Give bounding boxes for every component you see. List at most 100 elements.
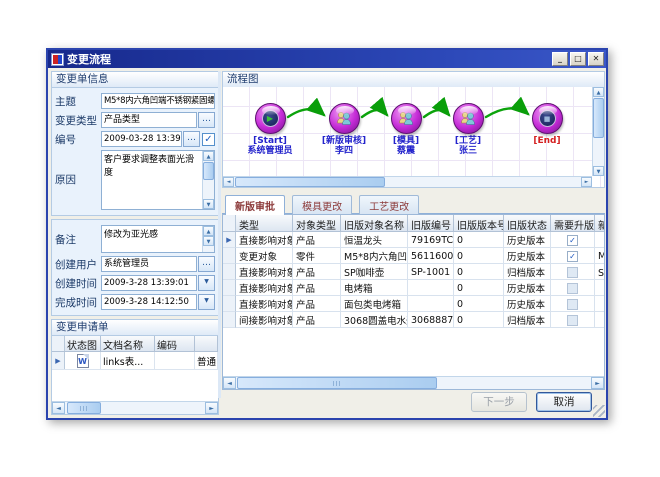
table-row[interactable]: 间接影响对象 产品 3068圆盖电水壶 3068887 0 归档版本 bbox=[223, 312, 604, 328]
remark-scrollbar[interactable]: ▲ ▼ bbox=[202, 226, 214, 252]
flow-node-craft[interactable]: [工艺]张三 bbox=[431, 103, 505, 156]
upgrade-checkbox[interactable]: ✓ bbox=[567, 235, 578, 246]
table-row[interactable]: ▶ 直接影响对象 产品 恒温龙头 79169TC 0 历史版本 ✓ bbox=[223, 232, 604, 248]
request-list-hscrollbar[interactable]: ◄ ► bbox=[52, 401, 218, 414]
next-button[interactable]: 下一步 bbox=[471, 392, 527, 412]
upgrade-checkbox[interactable] bbox=[567, 283, 578, 294]
panel-splitter[interactable] bbox=[218, 71, 221, 398]
creator-ellipsis-button[interactable]: … bbox=[198, 256, 215, 272]
create-time-dropdown-icon[interactable]: ▼ bbox=[198, 275, 215, 291]
table-row[interactable]: 变更对象 零件 M5*8内六角凹... 5611600 0 历史版本 ✓ M5*… bbox=[223, 248, 604, 264]
col-old-name[interactable]: 旧版对象名称 bbox=[341, 215, 408, 231]
col-need-upgrade[interactable]: 需要升版 bbox=[551, 215, 595, 231]
cell-old-ver: 0 bbox=[454, 280, 504, 296]
flow-chart[interactable]: ▶ [Start]系统管理员 [新版审核]李四 bbox=[222, 87, 605, 188]
maximize-icon[interactable]: □ bbox=[570, 52, 586, 66]
tab-craft-change[interactable]: 工艺更改 bbox=[359, 195, 419, 214]
node-label: [工艺] bbox=[455, 136, 481, 146]
number-ellipsis-button[interactable]: … bbox=[183, 131, 200, 147]
table-hscrollbar[interactable]: ◄ ► bbox=[223, 376, 604, 389]
scroll-right-icon[interactable]: ► bbox=[591, 377, 604, 389]
col-old-ver[interactable]: 旧版版本号 bbox=[454, 215, 504, 231]
finish-time-dropdown-icon[interactable]: ▼ bbox=[198, 294, 215, 310]
cancel-button[interactable]: 取消 bbox=[536, 392, 592, 412]
scroll-thumb[interactable] bbox=[203, 162, 214, 180]
cell-old-status: 历史版本 bbox=[504, 296, 551, 312]
node-user: 系统管理员 bbox=[247, 146, 292, 156]
change-type-ellipsis-button[interactable]: … bbox=[198, 112, 215, 128]
cell-old-name: M5*8内六角凹... bbox=[341, 248, 408, 264]
col-obj-type[interactable]: 对象类型 bbox=[293, 215, 341, 231]
minimize-icon[interactable]: _ bbox=[552, 52, 568, 66]
col-code[interactable]: 编码 bbox=[155, 336, 195, 351]
flow-hscrollbar[interactable]: ◄ ► bbox=[223, 176, 592, 187]
remark-textarea[interactable]: 修改为亚光感 ▲ ▼ bbox=[101, 225, 215, 253]
reason-textarea[interactable]: 客户要求调整表面光滑度 ▲ ▼ bbox=[101, 150, 215, 210]
scroll-thumb[interactable] bbox=[235, 177, 385, 187]
group-title-flow: 流程图 bbox=[222, 71, 605, 87]
request-list-header: 状态图 文档名称 编码 bbox=[52, 336, 218, 352]
table-row[interactable]: 直接影响对象 产品 面包类电烤箱 0 历史版本 bbox=[223, 296, 604, 312]
titlebar[interactable]: 变更流程 _ □ ✕ bbox=[48, 50, 606, 68]
change-type-input[interactable]: 产品类型 bbox=[101, 112, 197, 128]
desktop: 变更流程 _ □ ✕ 变更单信息 主题 M5*8内六角凹端不锈钢紧固螺钉 变更类… bbox=[0, 0, 660, 477]
cell-new-name bbox=[595, 280, 604, 296]
node-user: 张三 bbox=[459, 146, 477, 156]
table-row[interactable]: 直接影响对象 产品 SP咖啡壶 SP-1001 0 归档版本 SP咖 bbox=[223, 264, 604, 280]
upgrade-checkbox[interactable]: ✓ bbox=[567, 251, 578, 262]
change-info-fields: 主题 M5*8内六角凹端不锈钢紧固螺钉 变更类型 产品类型 … 编号 2009-… bbox=[51, 87, 219, 216]
scroll-thumb[interactable] bbox=[237, 377, 437, 389]
change-objects-table: 类型 对象类型 旧版对象名称 旧版编号 旧版版本号 旧版状态 需要升版 新版 ▶… bbox=[222, 214, 605, 390]
scroll-left-icon[interactable]: ◄ bbox=[223, 177, 234, 187]
node-user: 李四 bbox=[335, 146, 353, 156]
number-checkbox[interactable]: ✓ bbox=[202, 133, 215, 146]
scroll-right-icon[interactable]: ► bbox=[205, 402, 218, 414]
row-indicator bbox=[223, 248, 236, 264]
scroll-up-icon[interactable]: ▲ bbox=[593, 87, 604, 97]
cell-old-no bbox=[408, 296, 454, 312]
tab-new-version-approval[interactable]: 新版审批 bbox=[225, 195, 285, 215]
scroll-down-icon[interactable]: ▼ bbox=[593, 166, 604, 176]
flow-vscrollbar[interactable]: ▲ ▼ bbox=[592, 87, 604, 176]
table-row[interactable]: 直接影响对象 产品 电烤箱 0 历史版本 bbox=[223, 280, 604, 296]
change-info-panel: 变更单信息 主题 M5*8内六角凹端不锈钢紧固螺钉 变更类型 产品类型 … 编号… bbox=[51, 71, 219, 398]
scroll-thumb[interactable] bbox=[593, 98, 604, 138]
col-old-status[interactable]: 旧版状态 bbox=[504, 215, 551, 231]
col-status-image[interactable]: 状态图 bbox=[65, 336, 101, 351]
close-icon[interactable]: ✕ bbox=[588, 52, 604, 66]
scroll-down-icon[interactable]: ▼ bbox=[203, 199, 214, 209]
resize-grip[interactable] bbox=[593, 405, 605, 417]
upgrade-checkbox[interactable] bbox=[567, 299, 578, 310]
scroll-right-icon[interactable]: ► bbox=[581, 177, 592, 187]
upgrade-checkbox[interactable] bbox=[567, 315, 578, 326]
reason-scrollbar[interactable]: ▲ ▼ bbox=[202, 151, 214, 209]
scroll-left-icon[interactable]: ◄ bbox=[52, 402, 65, 414]
cell-obj-type: 零件 bbox=[293, 248, 341, 264]
tab-mold-change[interactable]: 模具更改 bbox=[292, 195, 352, 214]
subject-input[interactable]: M5*8内六角凹端不锈钢紧固螺钉 bbox=[101, 93, 215, 109]
cell-obj-type: 产品 bbox=[293, 296, 341, 312]
scroll-up-icon[interactable]: ▲ bbox=[203, 151, 214, 161]
col-type[interactable]: 类型 bbox=[236, 215, 293, 231]
cell-old-ver: 0 bbox=[454, 232, 504, 248]
scroll-left-icon[interactable]: ◄ bbox=[223, 377, 236, 389]
request-list-row[interactable]: ▶ W links表... 普通 bbox=[52, 352, 218, 370]
scroll-up-icon[interactable]: ▲ bbox=[203, 226, 214, 236]
flow-node-start[interactable]: ▶ [Start]系统管理员 bbox=[233, 103, 307, 156]
scroll-down-icon[interactable]: ▼ bbox=[203, 236, 214, 246]
create-time-input[interactable]: 2009-3-28 13:39:01 bbox=[101, 275, 197, 291]
creator-input[interactable]: 系统管理员 bbox=[101, 256, 197, 272]
number-input[interactable]: 2009-03-28 13:39:01 bbox=[101, 131, 182, 147]
table-header: 类型 对象类型 旧版对象名称 旧版编号 旧版版本号 旧版状态 需要升版 新版 bbox=[223, 215, 604, 232]
change-type-label: 变更类型 bbox=[55, 113, 101, 128]
flow-node-end[interactable]: ■ [End] bbox=[510, 103, 584, 146]
doc-name-cell: links表... bbox=[101, 352, 155, 369]
col-doc-name[interactable]: 文档名称 bbox=[101, 336, 155, 351]
scroll-thumb[interactable] bbox=[67, 402, 101, 414]
upgrade-checkbox[interactable] bbox=[567, 267, 578, 278]
col-old-no[interactable]: 旧版编号 bbox=[408, 215, 454, 231]
finish-time-input[interactable]: 2009-3-28 14:12:50 bbox=[101, 294, 197, 310]
people-icon bbox=[459, 111, 477, 126]
col-new[interactable]: 新版 bbox=[595, 215, 604, 231]
group-title-request-list: 变更申请单 bbox=[51, 319, 219, 335]
